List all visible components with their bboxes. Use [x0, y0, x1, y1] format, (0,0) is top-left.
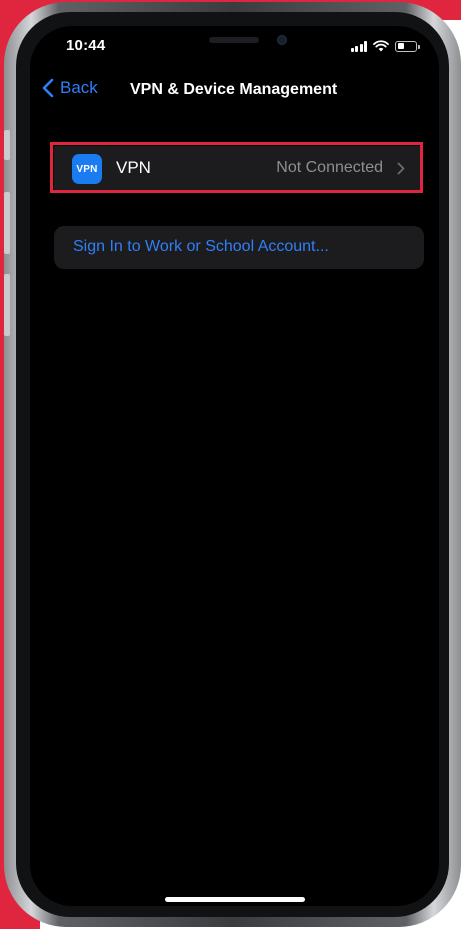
back-label: Back	[60, 78, 98, 97]
vpn-status-value: Not Connected	[276, 159, 383, 176]
vpn-badge-label: VPN	[76, 163, 98, 175]
side-button-volume-down	[4, 274, 10, 336]
chevron-left-icon	[42, 78, 54, 98]
status-icons	[350, 40, 420, 52]
page-title: VPN & Device Management	[130, 81, 338, 98]
screenshot-stage: 10:44 Back VPN & Device Management VPN V…	[0, 0, 461, 929]
status-time: 10:44	[66, 37, 106, 54]
signal-icon	[350, 40, 367, 52]
vpn-settings-row[interactable]: VPN VPN Not Connected	[54, 146, 421, 191]
phone-screen: 10:44 Back VPN & Device Management VPN V…	[30, 26, 439, 906]
wifi-icon	[373, 40, 389, 52]
battery-cap	[418, 44, 420, 49]
side-button-silent	[4, 130, 10, 160]
side-button-volume-up	[4, 192, 10, 254]
work-school-account-row[interactable]: Sign In to Work or School Account...	[54, 226, 424, 269]
phone-frame: 10:44 Back VPN & Device Management VPN V…	[4, 2, 461, 927]
vpn-app-icon: VPN	[72, 154, 102, 184]
work-school-account-link[interactable]: Sign In to Work or School Account...	[73, 238, 329, 256]
earpiece-speaker	[209, 37, 259, 43]
home-indicator[interactable]	[165, 897, 305, 902]
battery-level	[397, 43, 404, 49]
notch	[125, 26, 345, 60]
back-button[interactable]: Back	[42, 78, 98, 98]
battery-icon	[395, 40, 420, 52]
vpn-row-label: VPN	[116, 158, 151, 177]
navigation-bar: Back VPN & Device Management	[30, 74, 439, 108]
chevron-right-icon	[397, 162, 405, 175]
front-camera	[277, 35, 287, 45]
